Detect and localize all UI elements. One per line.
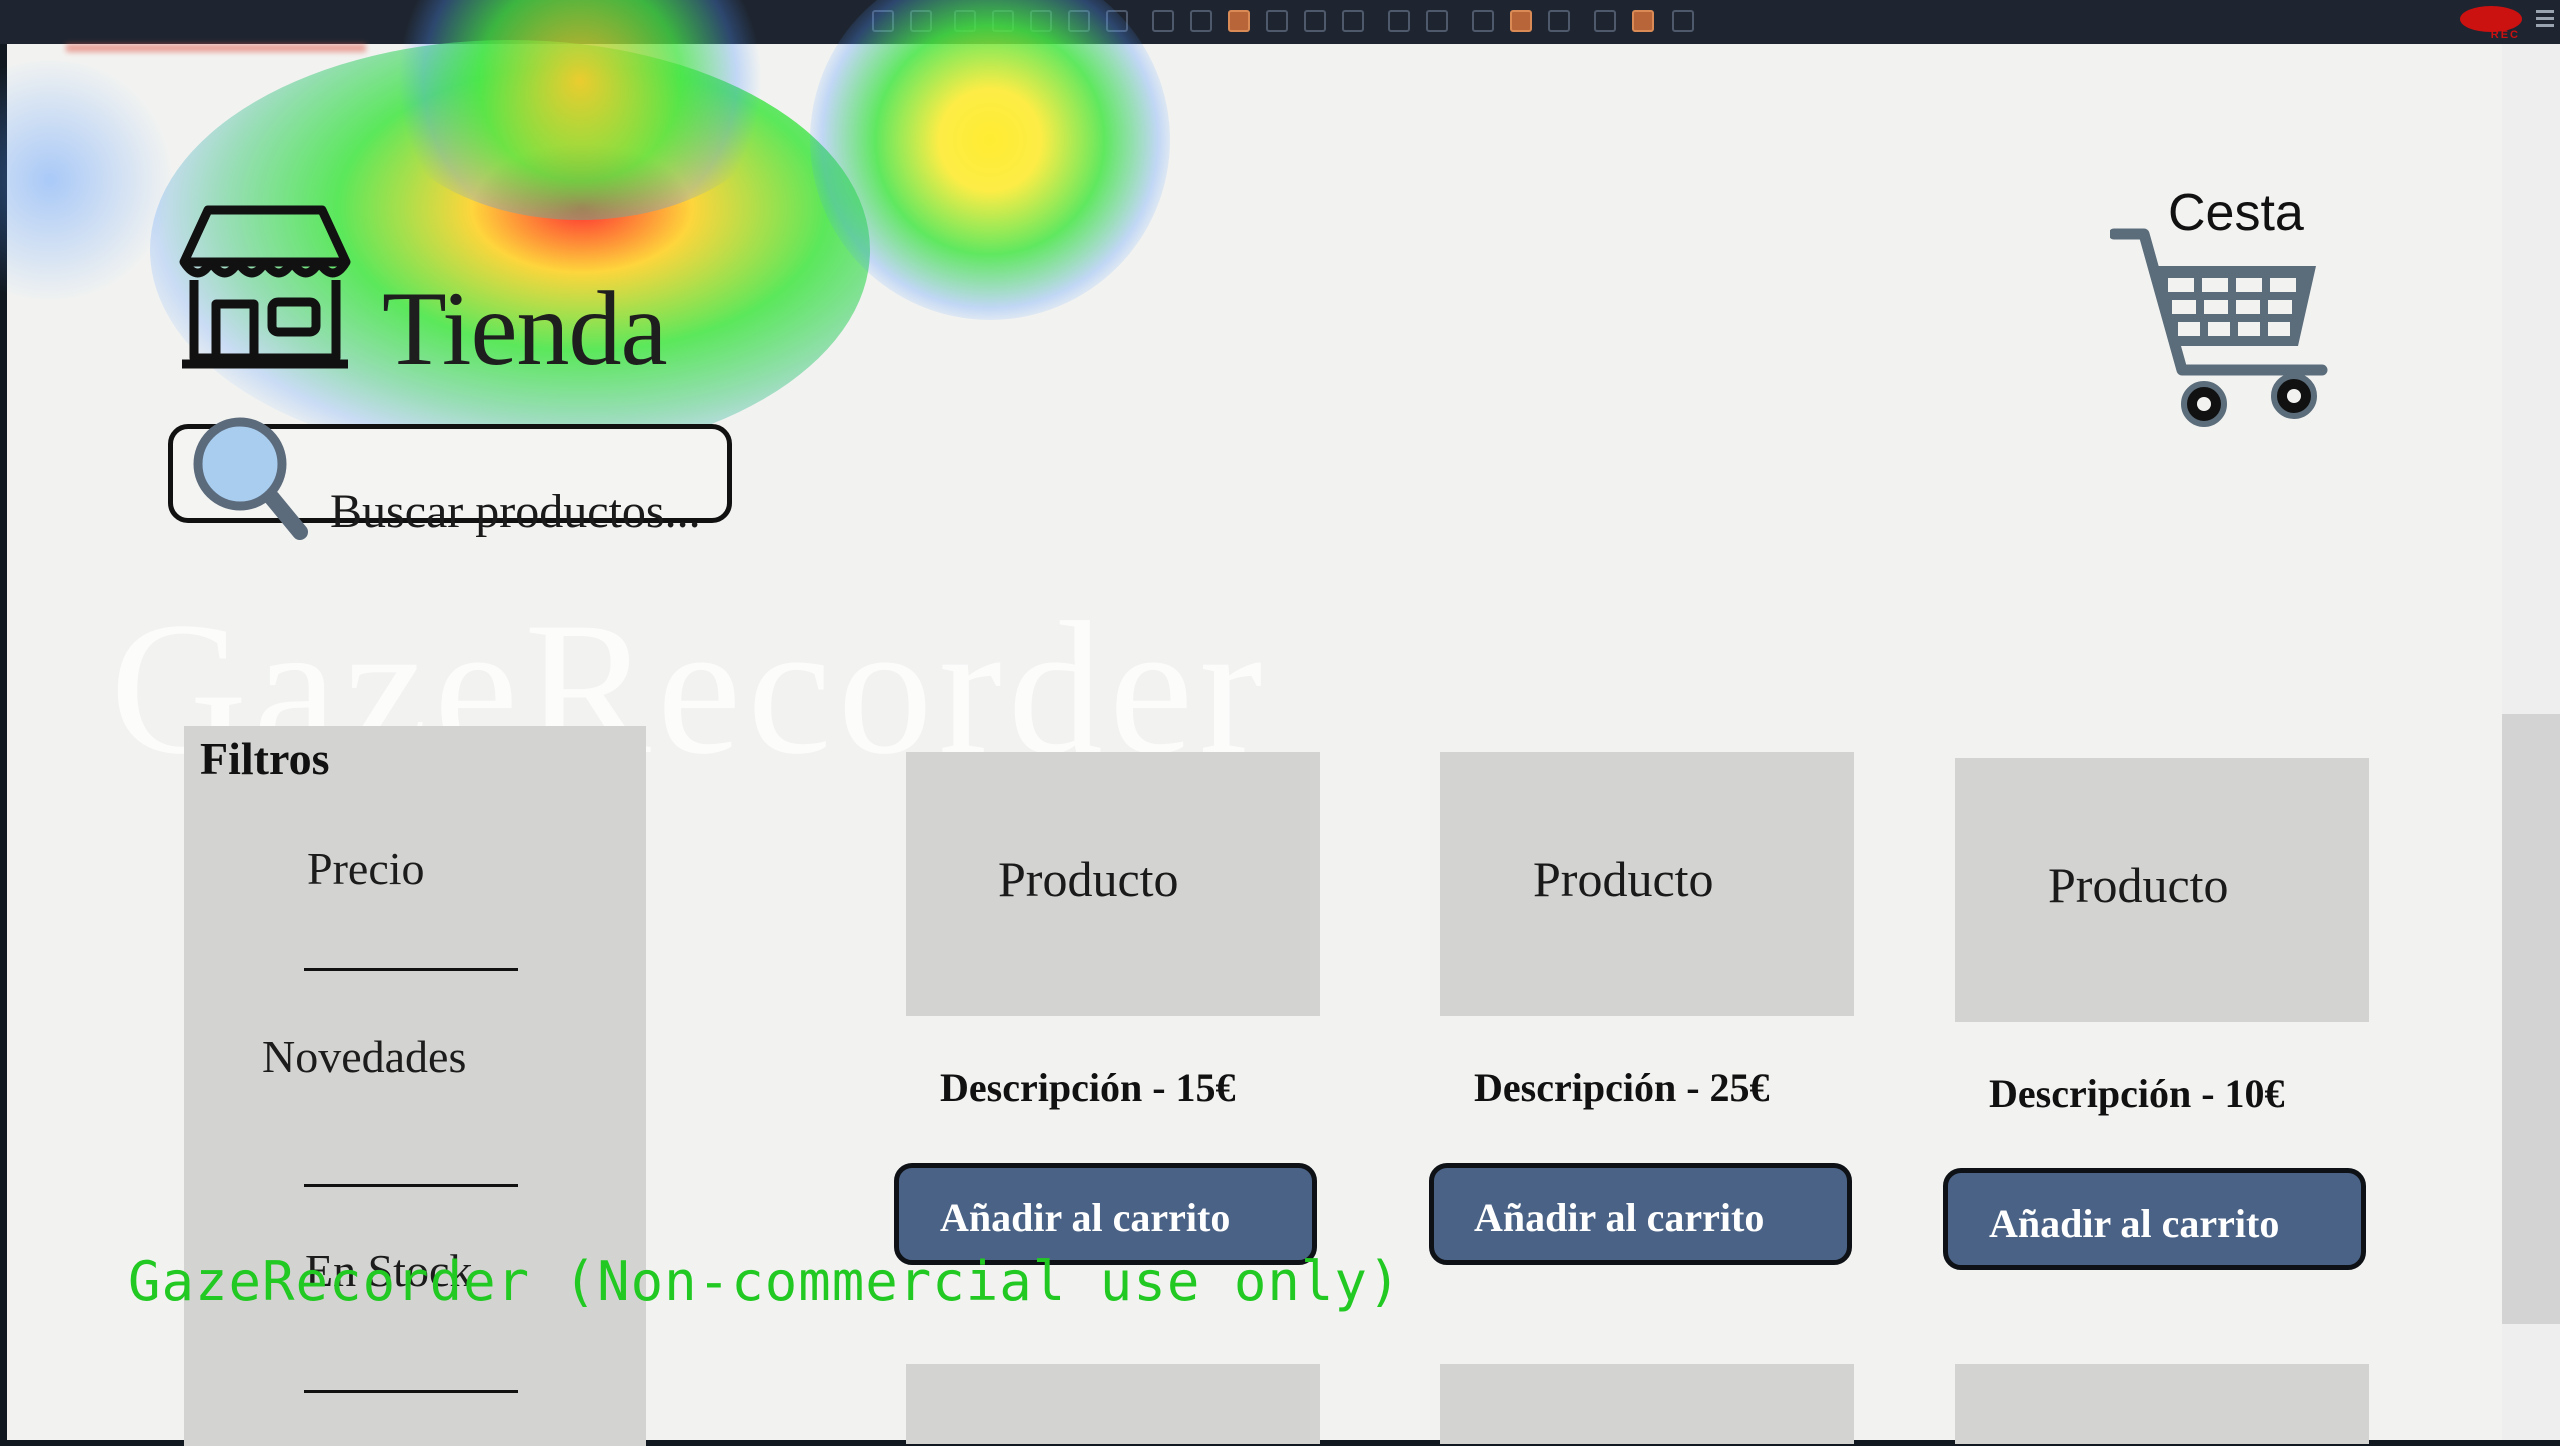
lock-icon[interactable] <box>1190 10 1212 32</box>
image-tool-icon[interactable] <box>1548 10 1570 32</box>
grid-icon[interactable] <box>1266 10 1288 32</box>
product-name[interactable]: Producto <box>998 854 1179 904</box>
filters-title: Filtros <box>200 733 330 784</box>
filter-en-stock[interactable]: En Stock <box>305 1244 472 1297</box>
product-description: Descripción - 25€ <box>1474 1065 1770 1110</box>
product-description: Descripción - 10€ <box>1989 1071 2285 1116</box>
heatmap-icon[interactable] <box>1228 10 1250 32</box>
layout-icon[interactable] <box>1472 10 1494 32</box>
add-to-cart-label[interactable]: Añadir al carrito <box>940 1198 1230 1238</box>
frame-icon[interactable] <box>1152 10 1174 32</box>
menu-icon[interactable] <box>2536 10 2554 31</box>
filter-divider <box>304 968 518 971</box>
corner-marker <box>66 44 366 52</box>
recorder-toolbar: REC <box>0 0 2560 44</box>
product-name[interactable]: Producto <box>2048 860 2229 910</box>
refresh-icon[interactable] <box>1426 10 1448 32</box>
product-image[interactable] <box>1440 1364 1854 1444</box>
aoi-icon[interactable] <box>1304 10 1326 32</box>
product-name[interactable]: Producto <box>1533 854 1714 904</box>
filter-divider <box>304 1184 518 1187</box>
filter-precio[interactable]: Precio <box>307 842 425 895</box>
print-icon[interactable] <box>1388 10 1410 32</box>
product-description: Descripción - 15€ <box>940 1065 1236 1110</box>
scrollbar[interactable] <box>2502 44 2560 1440</box>
product-image[interactable] <box>1955 1364 2369 1444</box>
triangle-tool-icon[interactable] <box>1030 10 1052 32</box>
scrollbar-thumb[interactable] <box>2502 714 2560 1324</box>
forward-icon[interactable] <box>910 10 932 32</box>
undo-icon[interactable] <box>954 10 976 32</box>
filmstrip-icon[interactable] <box>1342 10 1364 32</box>
cart-icon[interactable] <box>2110 222 2336 432</box>
add-to-cart-label[interactable]: Añadir al carrito <box>1474 1198 1764 1238</box>
expand-icon[interactable] <box>1510 10 1532 32</box>
filter-divider <box>304 1390 518 1393</box>
product-image[interactable] <box>906 1364 1320 1444</box>
trash-icon[interactable] <box>1672 10 1694 32</box>
picture-icon[interactable] <box>1594 10 1616 32</box>
back-icon[interactable] <box>872 10 894 32</box>
crop-icon[interactable] <box>1106 10 1128 32</box>
search-placeholder[interactable]: Buscar productos... <box>330 488 701 536</box>
search-icon <box>193 417 308 540</box>
redo-icon[interactable] <box>992 10 1014 32</box>
tiles-icon[interactable] <box>1632 10 1654 32</box>
filters-panel <box>184 726 646 1446</box>
add-to-cart-label[interactable]: Añadir al carrito <box>1989 1204 2279 1244</box>
page-title: Tienda <box>382 270 668 387</box>
store-icon <box>179 205 351 369</box>
record-label: REC <box>2490 29 2520 41</box>
filter-novedades[interactable]: Novedades <box>262 1030 466 1083</box>
flag-tool-icon[interactable] <box>1068 10 1090 32</box>
